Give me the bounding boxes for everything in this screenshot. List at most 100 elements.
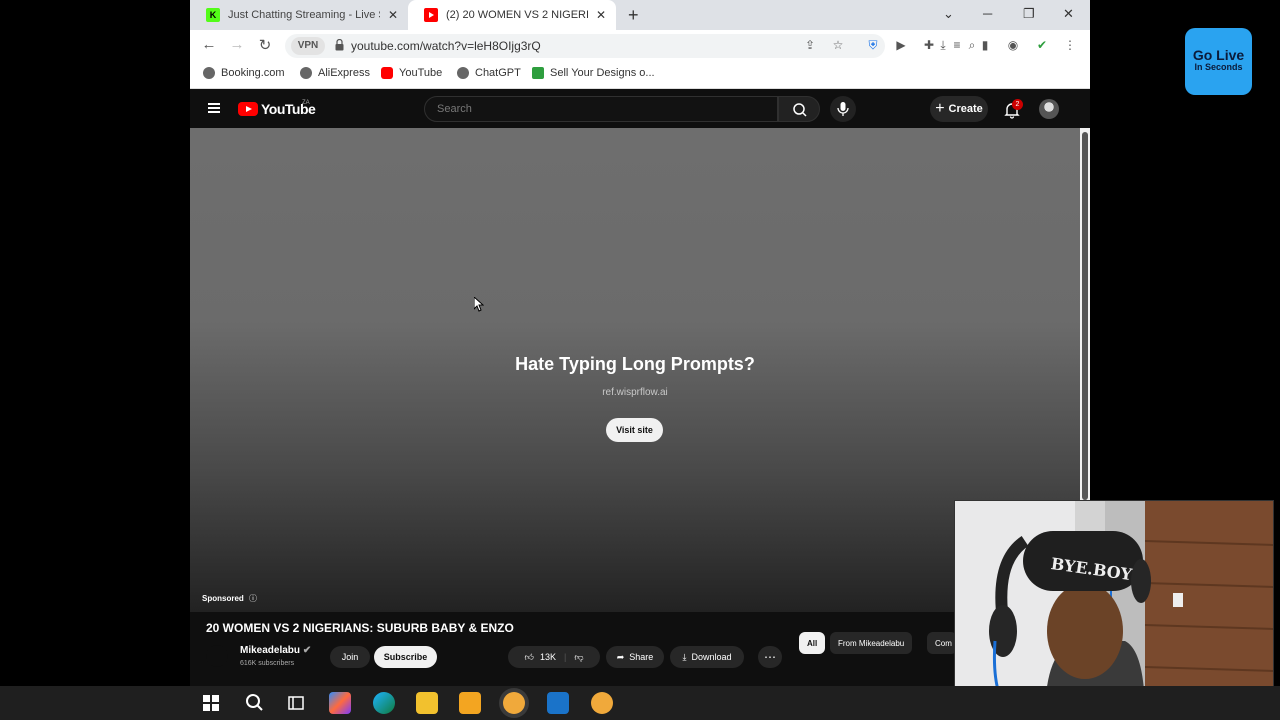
microphone-icon xyxy=(837,102,849,116)
youtube-icon xyxy=(381,67,393,79)
bookmark-youtube[interactable]: YouTube xyxy=(381,67,442,79)
bookmark-aliexpress[interactable]: AliExpress xyxy=(300,67,370,79)
youtube-play-icon xyxy=(238,102,258,116)
channel-name[interactable]: Mikeadelabu ✔ xyxy=(240,645,311,656)
share-label: Share xyxy=(629,652,654,662)
url-text[interactable]: youtube.com/watch?v=leH8OIjg3rQ xyxy=(351,39,541,53)
video-player[interactable]: Hate Typing Long Prompts? ref.wisprflow.… xyxy=(190,128,1080,612)
account-avatar[interactable] xyxy=(1039,99,1059,119)
scrollbar-thumb[interactable] xyxy=(1082,132,1088,500)
join-button[interactable]: Join xyxy=(330,646,370,668)
security-extension-icon[interactable]: ✔ xyxy=(1035,38,1049,52)
kick-icon: K xyxy=(206,8,220,22)
bookmark-label: Sell Your Designs o... xyxy=(550,67,655,79)
tab-label: Just Chatting Streaming - Live St xyxy=(228,9,380,21)
download-button[interactable]: ⤓ Download xyxy=(670,646,744,668)
more-dots-icon: ⋯ xyxy=(764,650,776,664)
share-button[interactable]: ➦ Share xyxy=(606,646,664,668)
webcam-feed-image: BYE.BOY xyxy=(955,501,1273,715)
tab-youtube[interactable]: (2) 20 WOMEN VS 2 NIGERIANS: ✕ xyxy=(408,0,616,30)
chip-from-channel[interactable]: From Mikeadelabu xyxy=(830,632,913,654)
task-view-icon[interactable] xyxy=(285,692,307,714)
download-label: Download xyxy=(691,652,732,662)
bookmarks-bar: Booking.com AliExpress YouTube ChatGPT S… xyxy=(190,61,1090,89)
visit-site-button[interactable]: Visit site xyxy=(606,418,663,442)
chip-com[interactable]: Com xyxy=(927,632,957,654)
window-close-icon[interactable]: ✕ xyxy=(1063,6,1074,22)
address-bar[interactable]: VPN youtube.com/watch?v=leH8OIjg3rQ ⤓ ⌕ xyxy=(285,34,975,58)
reload-icon[interactable]: ↻ xyxy=(255,36,275,54)
voice-search-button[interactable] xyxy=(830,96,856,122)
ad-url[interactable]: ref.wisprflow.ai xyxy=(190,387,1080,398)
new-tab-plus-icon[interactable]: + xyxy=(628,5,639,26)
restore-icon[interactable]: ❐ xyxy=(1023,6,1035,22)
sidepanel-icon[interactable]: ▮ xyxy=(978,38,992,52)
browser-toolbar: ← → ↻ VPN youtube.com/watch?v=leH8OIjg3r… xyxy=(190,30,1090,61)
microsoft-store-icon[interactable] xyxy=(459,692,481,714)
like-count: 13K xyxy=(539,652,556,662)
vpn-badge[interactable]: VPN xyxy=(291,37,325,55)
playlist-icon[interactable]: ≡ xyxy=(950,38,964,52)
subscriber-count: 616K subscribers xyxy=(240,660,295,667)
video-title: 20 WOMEN VS 2 NIGERIANS: SUBURB BABY & E… xyxy=(206,621,514,635)
plus-icon: + xyxy=(935,100,945,117)
youtube-icon xyxy=(424,8,438,22)
search-icon xyxy=(793,103,807,117)
like-button[interactable]: 👍︎ 13K xyxy=(525,652,556,663)
notification-badge: 2 xyxy=(1012,99,1023,110)
share-icon[interactable]: ⇪ xyxy=(803,38,817,52)
install-icon[interactable]: ⤓ xyxy=(936,38,950,52)
search-box xyxy=(424,96,778,122)
shield-extension-icon[interactable]: ⛨ xyxy=(866,38,880,52)
chevron-down-icon[interactable]: ⌄ xyxy=(943,6,954,22)
profile-icon[interactable]: ◉ xyxy=(1006,38,1020,52)
create-button[interactable]: + Create xyxy=(930,96,988,122)
country-code: ZA xyxy=(302,100,310,106)
video-extension-icon[interactable]: ▶ xyxy=(894,38,908,52)
tab-kick[interactable]: K Just Chatting Streaming - Live St ✕ xyxy=(190,0,408,30)
more-actions-button[interactable]: ⋯ xyxy=(758,646,782,668)
mail-icon[interactable] xyxy=(547,692,569,714)
hamburger-menu-icon[interactable] xyxy=(208,103,220,113)
close-icon[interactable]: ✕ xyxy=(386,8,400,22)
menu-kebab-icon[interactable]: ⋮ xyxy=(1063,38,1077,52)
info-icon[interactable]: ⓘ xyxy=(249,594,257,603)
puzzle-extensions-icon[interactable]: ✚ xyxy=(922,38,936,52)
create-label: Create xyxy=(948,103,983,115)
forward-arrow-icon[interactable]: → xyxy=(227,36,247,53)
browser-app-icon[interactable] xyxy=(591,692,613,714)
close-icon[interactable]: ✕ xyxy=(594,8,608,22)
edge-browser-icon[interactable] xyxy=(373,692,395,714)
bookmark-booking[interactable]: Booking.com xyxy=(203,67,285,79)
go-live-badge[interactable]: Go Live In Seconds xyxy=(1185,28,1252,95)
search-input[interactable] xyxy=(425,97,777,121)
file-explorer-icon[interactable] xyxy=(416,692,438,714)
sponsored-text: Sponsored xyxy=(202,594,244,603)
back-arrow-icon[interactable]: ← xyxy=(199,36,219,53)
chrome-app-icon[interactable] xyxy=(503,692,525,714)
bookmark-sell-designs[interactable]: Sell Your Designs o... xyxy=(532,67,655,79)
golive-subtitle: In Seconds xyxy=(1194,62,1243,72)
bookmark-label: AliExpress xyxy=(318,67,370,79)
globe-icon xyxy=(457,67,469,79)
bookmark-label: Booking.com xyxy=(221,67,285,79)
youtube-header: YouTube ZA + Create 2 xyxy=(190,90,1090,128)
subscribe-button[interactable]: Subscribe xyxy=(374,646,437,668)
verified-icon: ✔ xyxy=(302,645,312,656)
star-icon[interactable]: ☆ xyxy=(831,38,845,52)
channel-avatar[interactable] xyxy=(206,645,228,667)
golive-title: Go Live xyxy=(1192,47,1245,63)
bookmark-chatgpt[interactable]: ChatGPT xyxy=(457,67,521,79)
search-button[interactable] xyxy=(778,96,820,122)
search-icon[interactable] xyxy=(243,692,265,714)
windows-taskbar xyxy=(0,686,1280,720)
windows-start-icon[interactable] xyxy=(200,692,222,714)
chip-all[interactable]: All xyxy=(799,632,826,654)
thumbs-down-icon[interactable]: 👎︎ xyxy=(574,652,583,663)
minimize-icon[interactable]: ─ xyxy=(983,6,992,21)
tshirt-icon xyxy=(532,67,544,79)
globe-icon xyxy=(300,67,312,79)
zoom-icon[interactable]: ⌕ xyxy=(965,38,979,52)
sponsored-label: Sponsored ⓘ xyxy=(202,593,257,604)
copilot-icon[interactable] xyxy=(329,692,351,714)
